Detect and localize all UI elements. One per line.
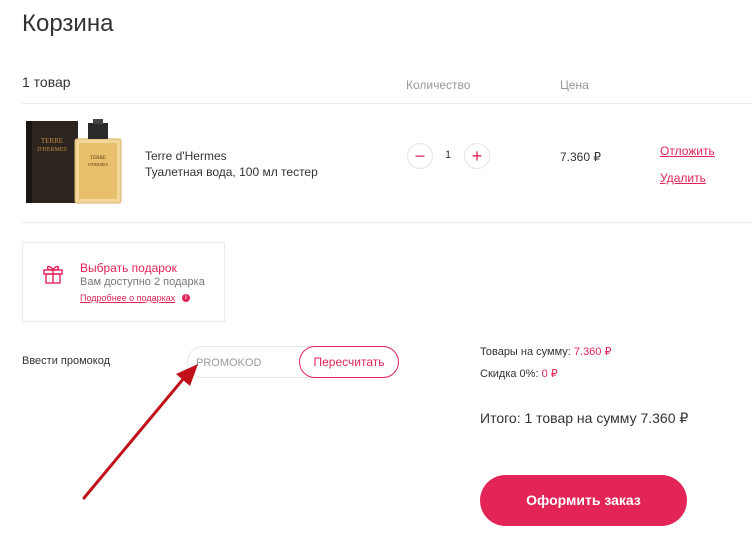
product-image[interactable]: TERRE D'HERMES TERRE D'HERMES: [24, 117, 124, 207]
goods-sum-value: 7.360 ₽: [573, 346, 612, 358]
goods-sum-line: Товары на сумму: 7.360 ₽: [480, 345, 611, 358]
quantity-increase-button[interactable]: +: [464, 143, 490, 169]
discount-line: Скидка 0%: 0 ₽: [480, 367, 558, 380]
svg-text:TERRE: TERRE: [41, 137, 63, 145]
quantity-decrease-button[interactable]: −: [407, 143, 433, 169]
choose-gift-link[interactable]: Выбрать подарок: [80, 261, 177, 275]
product-name[interactable]: Terre d'Hermes: [145, 149, 227, 163]
product-description: Туалетная вода, 100 мл тестер: [145, 165, 318, 179]
svg-text:D'HERMES: D'HERMES: [37, 147, 67, 153]
info-icon[interactable]: i: [182, 294, 190, 302]
promo-code-input[interactable]: [194, 350, 298, 376]
svg-text:TERRE: TERRE: [90, 156, 106, 161]
place-order-button[interactable]: Оформить заказ: [480, 475, 687, 526]
discount-label: Скидка 0%:: [480, 368, 539, 380]
gift-available-text: Вам доступно 2 подарка: [80, 276, 205, 288]
cart-item-count: 1 товар: [22, 74, 71, 90]
recalculate-button[interactable]: Пересчитать: [299, 346, 399, 378]
svg-text:D'HERMES: D'HERMES: [88, 162, 108, 167]
price-column-header: Цена: [560, 78, 589, 92]
header-divider: [22, 103, 752, 104]
goods-sum-label: Товары на сумму:: [480, 346, 571, 358]
discount-value: 0 ₽: [541, 368, 558, 380]
delete-link[interactable]: Удалить: [660, 171, 706, 185]
gift-details-link[interactable]: Подробнее о подарках: [80, 293, 175, 303]
page-title: Корзина: [22, 10, 114, 37]
order-total: Итого: 1 товар на сумму 7.360 ₽: [480, 410, 689, 426]
annotation-arrow-icon: [80, 362, 205, 502]
item-divider: [22, 222, 752, 223]
postpone-link[interactable]: Отложить: [660, 144, 715, 158]
quantity-column-header: Количество: [406, 78, 471, 92]
quantity-value: 1: [445, 149, 452, 161]
gift-icon: [41, 261, 65, 285]
item-price: 7.360 ₽: [560, 150, 601, 164]
